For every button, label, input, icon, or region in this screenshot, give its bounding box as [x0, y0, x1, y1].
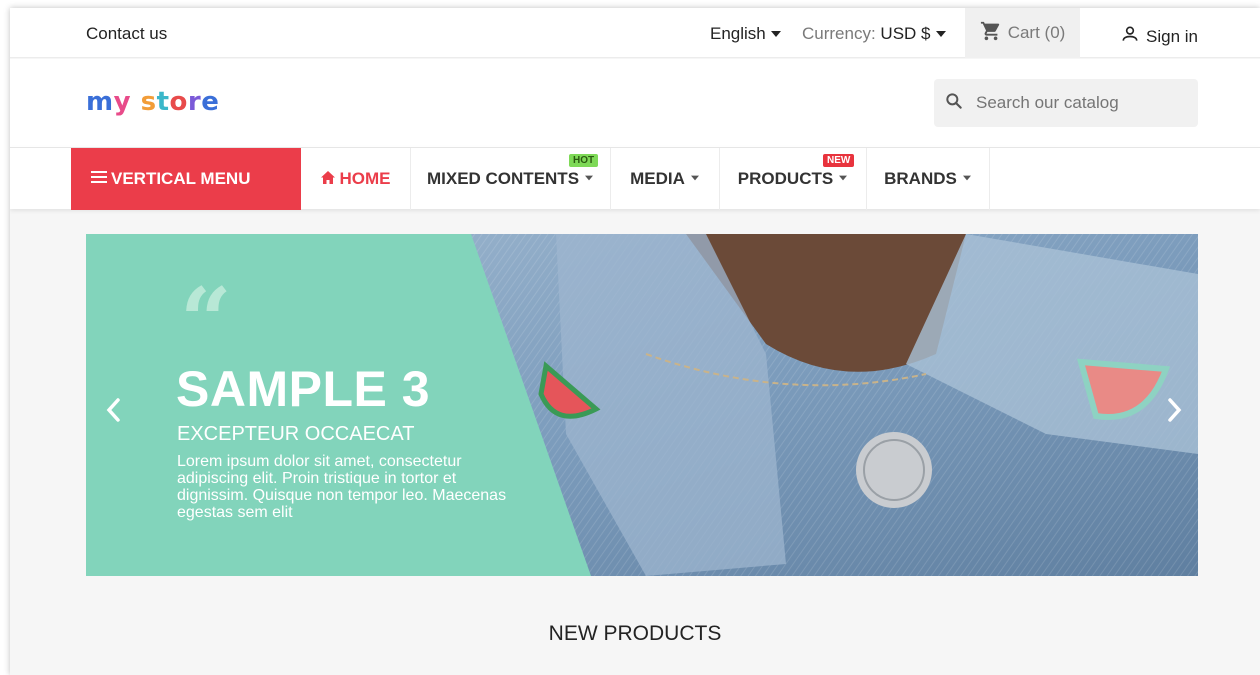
search-input[interactable]	[976, 93, 1176, 113]
new-badge: NEW	[823, 154, 855, 167]
chevron-down-icon	[585, 175, 594, 181]
slide-title: SAMPLE 3	[176, 361, 431, 417]
slide-subtitle: EXCEPTEUR OCCAECAT	[177, 423, 415, 445]
hero-slider: “ SAMPLE 3 EXCEPTEUR OCCAECAT Lorem ipsu…	[86, 234, 1198, 576]
chevron-down-icon	[935, 30, 946, 37]
currency-value: USD $	[880, 24, 931, 43]
chevron-down-icon	[770, 30, 781, 37]
currency-label: Currency:	[802, 24, 876, 43]
main-navigation: VERTICAL MENU HOME HOT MIXED CONTENTS ME…	[10, 147, 1260, 210]
language-label: English	[710, 24, 766, 43]
slide-description: Lorem ipsum dolor sit amet, consectetur …	[177, 453, 507, 521]
nav-item-products[interactable]: NEW PRODUCTS	[720, 148, 867, 210]
nav-item-label: MEDIA	[630, 169, 685, 188]
chevron-left-icon	[105, 397, 121, 428]
slider-next-button[interactable]	[1160, 397, 1190, 427]
chevron-down-icon	[839, 175, 848, 181]
contact-us-link[interactable]: Contact us	[86, 24, 167, 44]
cart-label: Cart (0)	[1007, 23, 1066, 42]
shopping-cart-icon	[980, 20, 1002, 47]
quote-icon: “	[180, 268, 232, 374]
chevron-down-icon	[690, 175, 699, 181]
home-icon	[320, 169, 335, 189]
language-selector[interactable]: English	[710, 24, 781, 44]
site-header: my store	[10, 59, 1260, 147]
vertical-menu-label: VERTICAL MENU	[111, 169, 251, 188]
nav-item-label: MIXED CONTENTS	[426, 169, 580, 188]
new-products-heading: NEW PRODUCTS	[548, 622, 722, 645]
hamburger-icon	[91, 169, 107, 189]
sign-in-link[interactable]: Sign in	[1120, 24, 1198, 49]
nav-item-label: HOME	[339, 169, 391, 188]
nav-item-label: BRANDS	[884, 169, 957, 188]
currency-selector[interactable]: Currency: USD $	[802, 24, 946, 44]
user-icon	[1120, 24, 1140, 49]
vertical-menu-button[interactable]: VERTICAL MENU	[71, 148, 301, 210]
nav-item-label: PRODUCTS	[737, 169, 834, 188]
chevron-right-icon	[1167, 397, 1183, 428]
sign-in-label: Sign in	[1146, 26, 1198, 46]
search-icon[interactable]	[944, 91, 964, 116]
nav-item-mixed-contents[interactable]: HOT MIXED CONTENTS	[411, 148, 611, 210]
slider-prev-button[interactable]	[98, 397, 128, 427]
nav-item-home[interactable]: HOME	[301, 148, 411, 210]
search-box	[934, 79, 1198, 127]
browser-page: Contact us English Currency: USD $ Cart …	[10, 8, 1260, 675]
chevron-down-icon	[962, 175, 971, 181]
nav-item-brands[interactable]: BRANDS	[867, 148, 990, 210]
cart-button[interactable]: Cart (0)	[965, 8, 1080, 58]
store-logo[interactable]: my store	[86, 87, 219, 117]
hot-badge: HOT	[569, 154, 599, 167]
nav-item-media[interactable]: MEDIA	[611, 148, 720, 210]
top-bar: Contact us English Currency: USD $ Cart …	[10, 8, 1260, 58]
